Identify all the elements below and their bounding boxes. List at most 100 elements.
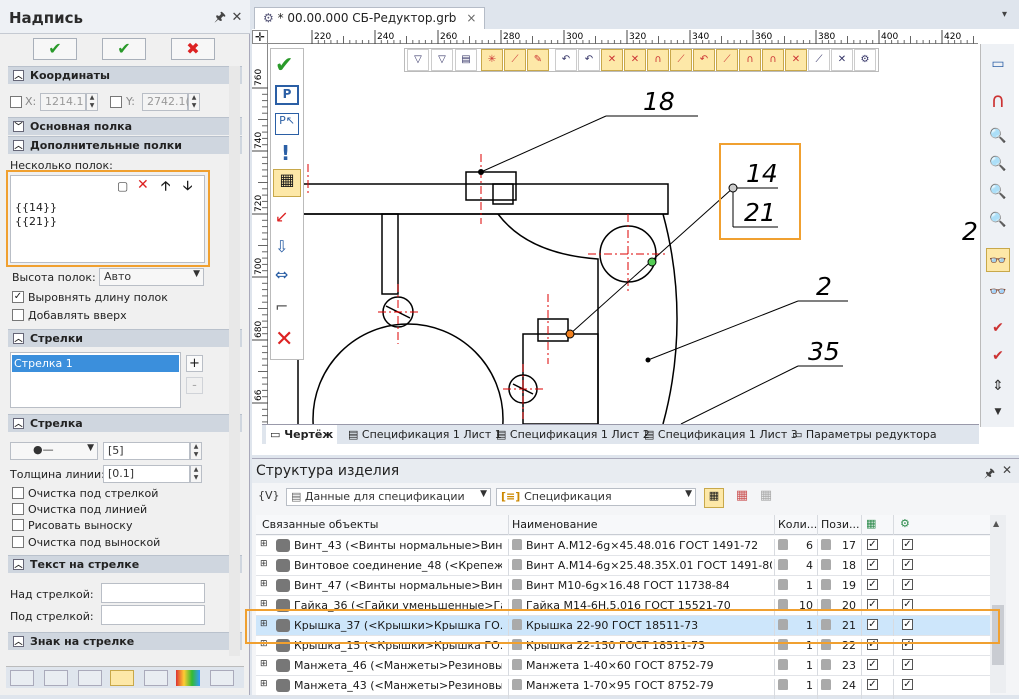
table-scrollbar[interactable]: ▲ [990,515,1006,693]
views-icon[interactable]: ▭ [986,52,1010,76]
col-qty[interactable]: Коли... [778,518,817,531]
row-check-2[interactable]: ✓ [902,579,913,590]
below-arrow-field[interactable] [101,605,205,625]
arrow-size-spinner[interactable]: ▲ ▼ [190,442,202,460]
panel-scrollbar[interactable] [229,66,240,656]
row-check-1[interactable]: ✓ [867,679,878,690]
check-cubes-icon[interactable]: ✔ [986,344,1010,368]
move-up-icon[interactable]: 🡡 [161,177,170,199]
drawing-canvas[interactable]: 18 14 21 2 35 2 [268,44,980,424]
snap-arc-icon[interactable]: ∩ [647,49,669,71]
section-coordinates[interactable]: ︿ Координаты [8,66,242,84]
structure-pin-icon[interactable]: 🖈 [984,464,995,485]
tab-list-icon[interactable]: ▾ [1002,9,1014,23]
add-arrow-button[interactable]: + [186,355,203,372]
item-pos[interactable]: 19 [842,579,856,592]
arrows-list[interactable]: Стрелка 1 [10,352,181,408]
linked-object[interactable]: Манжета_46 (<Манжеты>Резиновы... [294,659,502,672]
check-cube-icon[interactable]: ✔ [986,316,1010,340]
zoom-out-icon[interactable]: 🔍 [986,152,1010,176]
arrow-size-field[interactable]: [5] [103,442,190,460]
section-arrow[interactable]: ︿ Стрелка [8,414,242,432]
snap-point-icon[interactable]: ✳ [481,49,503,71]
shelves-editor[interactable]: ▢ ✕ 🡡 🡣 {{14}} {{21}} [10,175,205,263]
delete-icon[interactable]: ✕ [137,177,149,193]
panel-tab-4[interactable] [110,670,134,686]
row-check-2[interactable]: ✓ [902,659,913,670]
x-field[interactable]: 1214.1 [40,93,86,111]
info-icon[interactable]: ! [281,141,290,165]
snap-pen-icon[interactable]: ✎ [527,49,549,71]
col-pos[interactable]: Пози... [821,518,860,531]
confirm-icon[interactable]: ✔ [275,53,293,78]
item-qty[interactable]: 1 [806,659,813,672]
panel-tab-2[interactable] [44,670,68,686]
expand-icon[interactable]: ⊞ [260,579,268,589]
zoom-window-icon[interactable]: 🔍 [986,180,1010,204]
sheet-tab-spec-1[interactable]: ▤ Спецификация 1 Лист 1 [344,425,506,444]
snap-end-icon[interactable]: ↶ [555,49,577,71]
section-arrow-text[interactable]: ︿ Текст на стрелке [8,555,242,573]
apply-button[interactable]: ✔ [102,38,146,60]
x-checkbox[interactable] [10,96,22,108]
line-width-field[interactable]: [0.1] [103,465,190,483]
table-row[interactable]: ⊞ Манжета_43 (<Манжеты>Резиновы... Манжета… [256,676,990,699]
item-name[interactable]: Винт А.М14-6g×25.48.35Х.01 ГОСТ 1491-80 [526,559,772,572]
table-button[interactable]: ▦ [732,488,752,508]
table-row[interactable]: ⊞ Винт_47 (<Винты нормальные>Винт... Винт … [256,576,990,599]
snap-cross-icon[interactable]: ✕ [601,49,623,71]
panel-tab-6[interactable] [176,670,200,686]
expand-icon[interactable]: ⊞ [260,559,268,569]
cancel-tool-icon[interactable]: ✕ [275,327,293,352]
linked-object[interactable]: Винт_43 (<Винты нормальные>Винт... [294,539,502,552]
snap-center2-icon[interactable]: ∩ [762,49,784,71]
text-mode-icon[interactable]: P [275,85,299,105]
snap-nearest-icon[interactable]: ✕ [785,49,807,71]
leader-tool-icon[interactable]: ⌐ [275,297,288,316]
arrow-list-item[interactable]: Стрелка 1 [12,355,179,372]
item-name[interactable]: Винт А.М12-6g×45.48.016 ГОСТ 1491-72 [526,539,772,552]
col-check1-icon[interactable]: ▦ [866,517,876,530]
ok-button[interactable]: ✔ [33,38,77,60]
col-check2-icon[interactable]: ⚙ [900,517,910,530]
expand-icon[interactable]: ⊞ [260,659,268,669]
row-check-1[interactable]: ✓ [867,659,878,670]
structure-close-icon[interactable]: ✕ [1002,463,1012,477]
glasses-active-icon[interactable]: 👓 [986,248,1010,272]
item-qty[interactable]: 1 [806,579,813,592]
variables-button[interactable]: {V} [258,489,280,502]
cancel-button[interactable]: ✖ [171,38,215,60]
sheet-tab-params[interactable]: ▭ Параметры редуктора [788,425,941,444]
item-pos[interactable]: 24 [842,679,856,692]
item-name[interactable]: Манжета 1-70×95 ГОСТ 8752-79 [526,679,772,692]
snap-ext-icon[interactable]: ⟋ [808,49,830,71]
row-check-2[interactable]: ✓ [902,539,913,550]
snap-center-icon[interactable]: ∩ [739,49,761,71]
point-icon[interactable]: ↙ [275,207,288,226]
add-up-checkbox[interactable] [12,309,24,321]
col-name[interactable]: Наименование [512,518,597,531]
x-spinner[interactable]: ▲ ▼ [86,93,98,111]
row-check-1[interactable]: ✓ [867,559,878,570]
expand-icon[interactable]: ⊞ [260,679,268,689]
linked-object[interactable]: Винт_47 (<Винты нормальные>Винт... [294,579,502,592]
pin-icon[interactable]: 🖈 [212,10,228,26]
stretch-icon[interactable]: ⇔ [275,265,288,284]
filter-list-icon[interactable]: ▤ [455,49,477,71]
panel-tab-3[interactable] [78,670,102,686]
sheet-tab-spec-3[interactable]: ▤ Спецификация 1 Лист 3 [640,425,802,444]
panel-tab-5[interactable] [144,670,168,686]
table-select-icon[interactable]: ▦ [273,169,301,197]
snap-mid-icon[interactable]: ↶ [578,49,600,71]
item-name[interactable]: Винт М10-6g×16.48 ГОСТ 11738-84 [526,579,772,592]
above-arrow-field[interactable] [101,583,205,603]
align-length-checkbox[interactable]: ✓ [12,291,24,303]
row-check-1[interactable]: ✓ [867,579,878,590]
section-arrow-sign[interactable]: ︿ Знак на стрелке [8,632,242,650]
filter-settings-icon[interactable]: ▽ [431,49,453,71]
table-row[interactable]: ⊞ Манжета_46 (<Манжеты>Резиновы... Манжета… [256,656,990,679]
item-qty[interactable]: 1 [806,679,813,692]
item-qty[interactable]: 6 [806,539,813,552]
zoom-all-icon[interactable]: 🔍 [986,208,1010,232]
sheet-tab-spec-2[interactable]: ▤ Спецификация 1 Лист 2 [492,425,654,444]
